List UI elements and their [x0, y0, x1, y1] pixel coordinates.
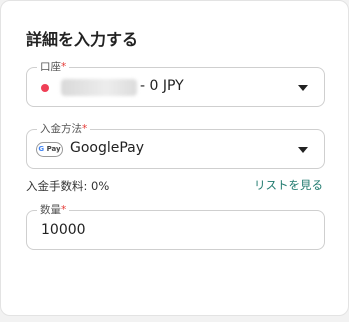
google-pay-icon: G Pay [36, 142, 63, 157]
payment-method-value: GooglePay [70, 140, 145, 156]
quantity-input[interactable]: 10000 [41, 222, 86, 238]
quantity-field[interactable]: 数量* 10000 [26, 203, 325, 250]
payment-method-select[interactable]: 入金方法* G Pay GooglePay [26, 122, 325, 169]
payment-method-label: 入金方法* [37, 122, 91, 136]
view-list-link[interactable]: リストを見る [254, 177, 323, 193]
chevron-down-icon[interactable] [298, 147, 308, 153]
account-status-dot [41, 84, 49, 92]
deposit-fee-text: 入金手数料: 0% [26, 179, 110, 193]
form-title: 詳細を入力する [26, 30, 139, 49]
account-balance: - 0 JPY [140, 78, 184, 94]
account-select[interactable]: 口座* - 0 JPY [26, 60, 325, 107]
quantity-label: 数量* [37, 203, 70, 217]
account-label: 口座* [37, 60, 70, 74]
chevron-down-icon[interactable] [298, 85, 308, 91]
deposit-details-card: 詳細を入力する 口座* - 0 JPY 入金方法* G Pay GooglePa… [0, 0, 349, 316]
account-number-redacted [61, 79, 137, 96]
